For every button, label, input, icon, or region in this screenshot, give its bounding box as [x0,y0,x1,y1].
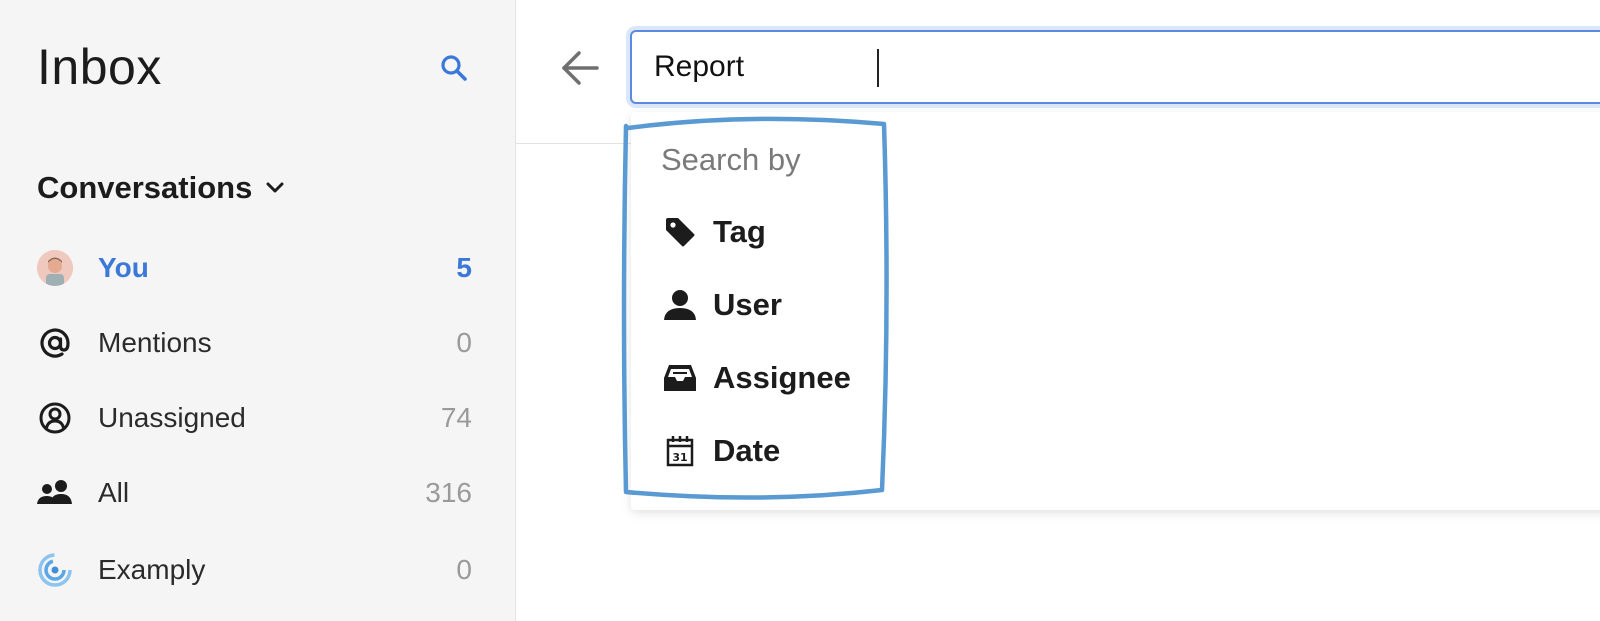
calendar-icon: 31 [666,436,694,467]
section-label: Conversations [37,170,253,205]
search-input-wrapper [630,30,1600,104]
app-window: Inbox Conversations You 5 Mentions 0 Una… [0,0,1600,621]
option-label: User [713,287,782,322]
main-panel: Search by Tag User [516,0,1600,621]
sidebar: Inbox Conversations You 5 Mentions 0 Una… [0,0,516,621]
sidebar-item-count: 74 [440,402,472,433]
avatar [37,250,73,286]
search-by-dropdown: Search by Tag User Assignee 31 Date [631,112,1600,510]
tag-icon [666,218,695,247]
sidebar-item-label: Mentions [98,327,212,358]
search-by-assignee-option[interactable]: Assignee [661,353,881,403]
search-input[interactable] [632,32,1600,102]
sidebar-item-count: 316 [425,477,472,508]
sidebar-item-label: Unassigned [98,402,246,433]
sidebar-item-count: 0 [456,327,472,358]
sidebar-item-count: 0 [456,554,472,585]
text-caret [877,49,879,87]
users-icon [37,480,72,504]
sidebar-item-label: You [98,252,149,283]
sidebar-item-you[interactable]: You 5 [36,243,472,293]
user-circle-icon [39,402,71,434]
chevron-down-icon [266,182,284,193]
examply-logo-icon [38,553,72,587]
user-icon [664,290,696,320]
dropdown-header: Search by [661,142,801,177]
option-label: Assignee [713,360,851,395]
inbox-tray-icon [664,365,696,391]
page-title: Inbox [37,39,162,95]
at-sign-icon [40,328,70,358]
svg-text:31: 31 [672,451,687,464]
search-by-tag-option[interactable]: Tag [661,207,881,257]
option-label: Tag [713,214,766,249]
search-by-user-option[interactable]: User [661,280,881,330]
option-label: Date [713,433,781,468]
sidebar-item-examply[interactable]: Examply 0 [36,545,472,595]
sidebar-item-label: Examply [98,554,206,585]
sidebar-item-count: 5 [456,252,472,283]
search-icon [441,55,467,81]
search-button[interactable] [436,50,472,86]
arrow-left-icon [562,51,599,85]
sidebar-item-mentions[interactable]: Mentions 0 [36,318,472,368]
sidebar-item-all[interactable]: All 316 [36,468,472,518]
conversations-section-toggle[interactable]: Conversations [37,170,284,206]
search-by-date-option[interactable]: 31 Date [661,426,881,476]
sidebar-item-label: All [98,477,130,508]
back-button[interactable] [556,46,604,90]
sidebar-item-unassigned[interactable]: Unassigned 74 [36,393,472,443]
